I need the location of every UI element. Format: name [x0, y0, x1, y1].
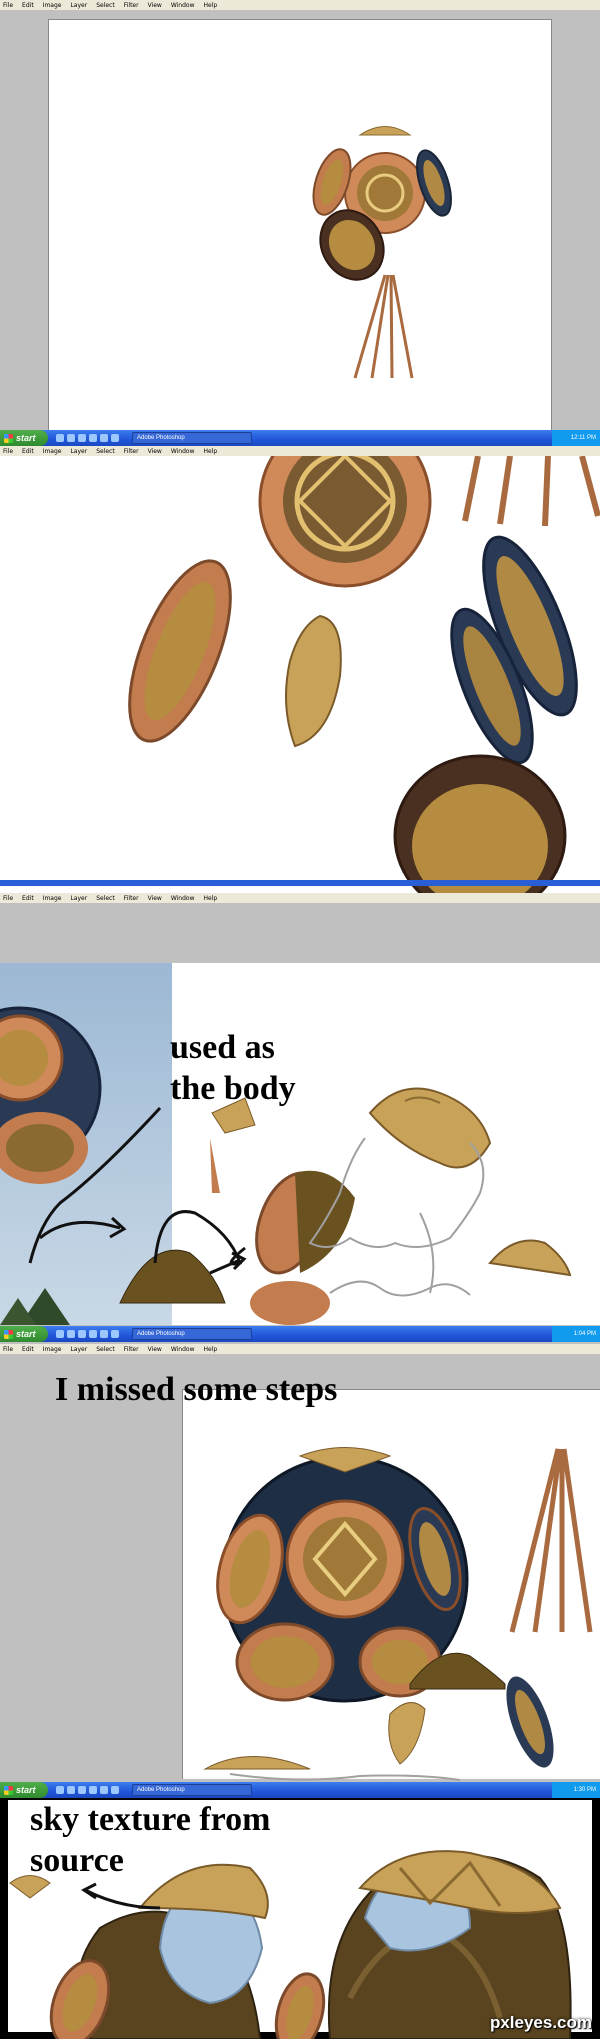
menu-bar: File Edit Image Layer Select Filter View… — [0, 893, 600, 903]
menu-file[interactable]: File — [3, 448, 13, 455]
menu-layer[interactable]: Layer — [70, 1346, 87, 1353]
quicklaunch-icon[interactable] — [78, 434, 86, 442]
taskbar: start Adobe Photoshop 1:04 PM — [0, 1326, 600, 1342]
menu-help[interactable]: Help — [204, 1346, 218, 1353]
menu-edit[interactable]: Edit — [22, 448, 34, 455]
menu-window[interactable]: Window — [171, 448, 195, 455]
menu-file[interactable]: File — [3, 1346, 13, 1353]
menu-image[interactable]: Image — [43, 448, 62, 455]
quicklaunch-icon[interactable] — [67, 434, 75, 442]
quicklaunch-icon[interactable] — [111, 434, 119, 442]
menu-layer[interactable]: Layer — [70, 2, 87, 9]
system-tray-clock: 1:30 PM — [552, 1782, 600, 1798]
ornament-pieces-zoomed — [128, 446, 600, 893]
menu-filter[interactable]: Filter — [124, 2, 139, 9]
menu-bar: File Edit Image Layer Select Filter View… — [0, 0, 600, 10]
panel-3-screenshot: File Edit Image Layer Select Filter View… — [0, 893, 600, 1344]
quicklaunch-icon[interactable] — [56, 1330, 64, 1338]
taskbar: start Adobe Photoshop 1:30 PM — [0, 1782, 600, 1798]
caption-sky-texture: sky texture from source — [30, 1801, 271, 1879]
menu-layer[interactable]: Layer — [70, 448, 87, 455]
menu-file[interactable]: File — [3, 895, 13, 902]
menu-window[interactable]: Window — [171, 895, 195, 902]
ornament-composition-1 — [312, 126, 452, 379]
menu-layer[interactable]: Layer — [70, 895, 87, 902]
menu-view[interactable]: View — [148, 1346, 162, 1353]
menu-select[interactable]: Select — [96, 2, 115, 9]
quicklaunch-icon[interactable] — [56, 1786, 64, 1794]
menu-help[interactable]: Help — [204, 895, 218, 902]
taskbar-photoshop-button[interactable]: Adobe Photoshop — [132, 1328, 252, 1340]
quick-launch — [56, 1786, 122, 1794]
caption-used-as-body: used as the body — [170, 1029, 296, 1107]
menu-window[interactable]: Window — [171, 2, 195, 9]
pxleyes-watermark: pxleyes.com — [489, 2013, 592, 2032]
panel-1-screenshot: File Edit Image Layer Select Filter View… — [0, 0, 600, 446]
menu-select[interactable]: Select — [96, 1346, 115, 1353]
menu-bar: File Edit Image Layer Select Filter View… — [0, 446, 600, 456]
menu-view[interactable]: View — [148, 895, 162, 902]
quicklaunch-icon[interactable] — [78, 1786, 86, 1794]
system-tray-clock: 12:11 PM — [552, 430, 600, 446]
menu-help[interactable]: Help — [204, 448, 218, 455]
body-construction-drawing — [0, 1006, 572, 1325]
quicklaunch-icon[interactable] — [89, 1786, 97, 1794]
menu-select[interactable]: Select — [96, 448, 115, 455]
menu-select[interactable]: Select — [96, 895, 115, 902]
quicklaunch-icon[interactable] — [100, 1786, 108, 1794]
quicklaunch-icon[interactable] — [67, 1330, 75, 1338]
quicklaunch-icon[interactable] — [100, 1330, 108, 1338]
quick-launch — [56, 434, 122, 442]
panel-4-screenshot: File Edit Image Layer Select Filter View… — [0, 1344, 600, 1798]
taskbar-photoshop-button[interactable]: Adobe Photoshop — [132, 432, 252, 444]
windows-logo-icon — [4, 1785, 13, 1795]
menu-filter[interactable]: Filter — [124, 448, 139, 455]
menu-view[interactable]: View — [148, 448, 162, 455]
quicklaunch-icon[interactable] — [67, 1786, 75, 1794]
menu-image[interactable]: Image — [43, 2, 62, 9]
quicklaunch-icon[interactable] — [100, 434, 108, 442]
taskbar-photoshop-button[interactable]: Adobe Photoshop — [132, 1784, 252, 1796]
quicklaunch-icon[interactable] — [89, 1330, 97, 1338]
quicklaunch-icon[interactable] — [89, 434, 97, 442]
menu-filter[interactable]: Filter — [124, 895, 139, 902]
assembled-ornament-ball — [203, 1447, 593, 1781]
menu-help[interactable]: Help — [204, 2, 218, 9]
quicklaunch-icon[interactable] — [56, 434, 64, 442]
menu-edit[interactable]: Edit — [22, 1346, 34, 1353]
start-button[interactable]: start — [0, 1782, 48, 1798]
menu-image[interactable]: Image — [43, 895, 62, 902]
windows-logo-icon — [4, 433, 13, 443]
menu-filter[interactable]: Filter — [124, 1346, 139, 1353]
taskbar: start Adobe Photoshop 12:11 PM — [0, 430, 600, 446]
quicklaunch-icon[interactable] — [78, 1330, 86, 1338]
taskbar-strip — [0, 880, 600, 886]
menu-window[interactable]: Window — [171, 1346, 195, 1353]
system-tray-clock: 1:04 PM — [552, 1326, 600, 1342]
quick-launch — [56, 1330, 122, 1338]
start-button[interactable]: start — [0, 430, 48, 446]
quicklaunch-icon[interactable] — [111, 1786, 119, 1794]
menu-image[interactable]: Image — [43, 1346, 62, 1353]
start-button[interactable]: start — [0, 1326, 48, 1342]
menu-file[interactable]: File — [3, 2, 13, 9]
panel-5-final-view: sky texture from source pxleyes.com — [0, 1798, 600, 2039]
menu-edit[interactable]: Edit — [22, 895, 34, 902]
quicklaunch-icon[interactable] — [111, 1330, 119, 1338]
windows-logo-icon — [4, 1329, 13, 1339]
menu-edit[interactable]: Edit — [22, 2, 34, 9]
caption-missed-steps: I missed some steps — [55, 1371, 338, 1408]
menu-bar: File Edit Image Layer Select Filter View… — [0, 1344, 600, 1354]
menu-view[interactable]: View — [148, 2, 162, 9]
panel-2-screenshot: File Edit Image Layer Select Filter View… — [0, 446, 600, 893]
